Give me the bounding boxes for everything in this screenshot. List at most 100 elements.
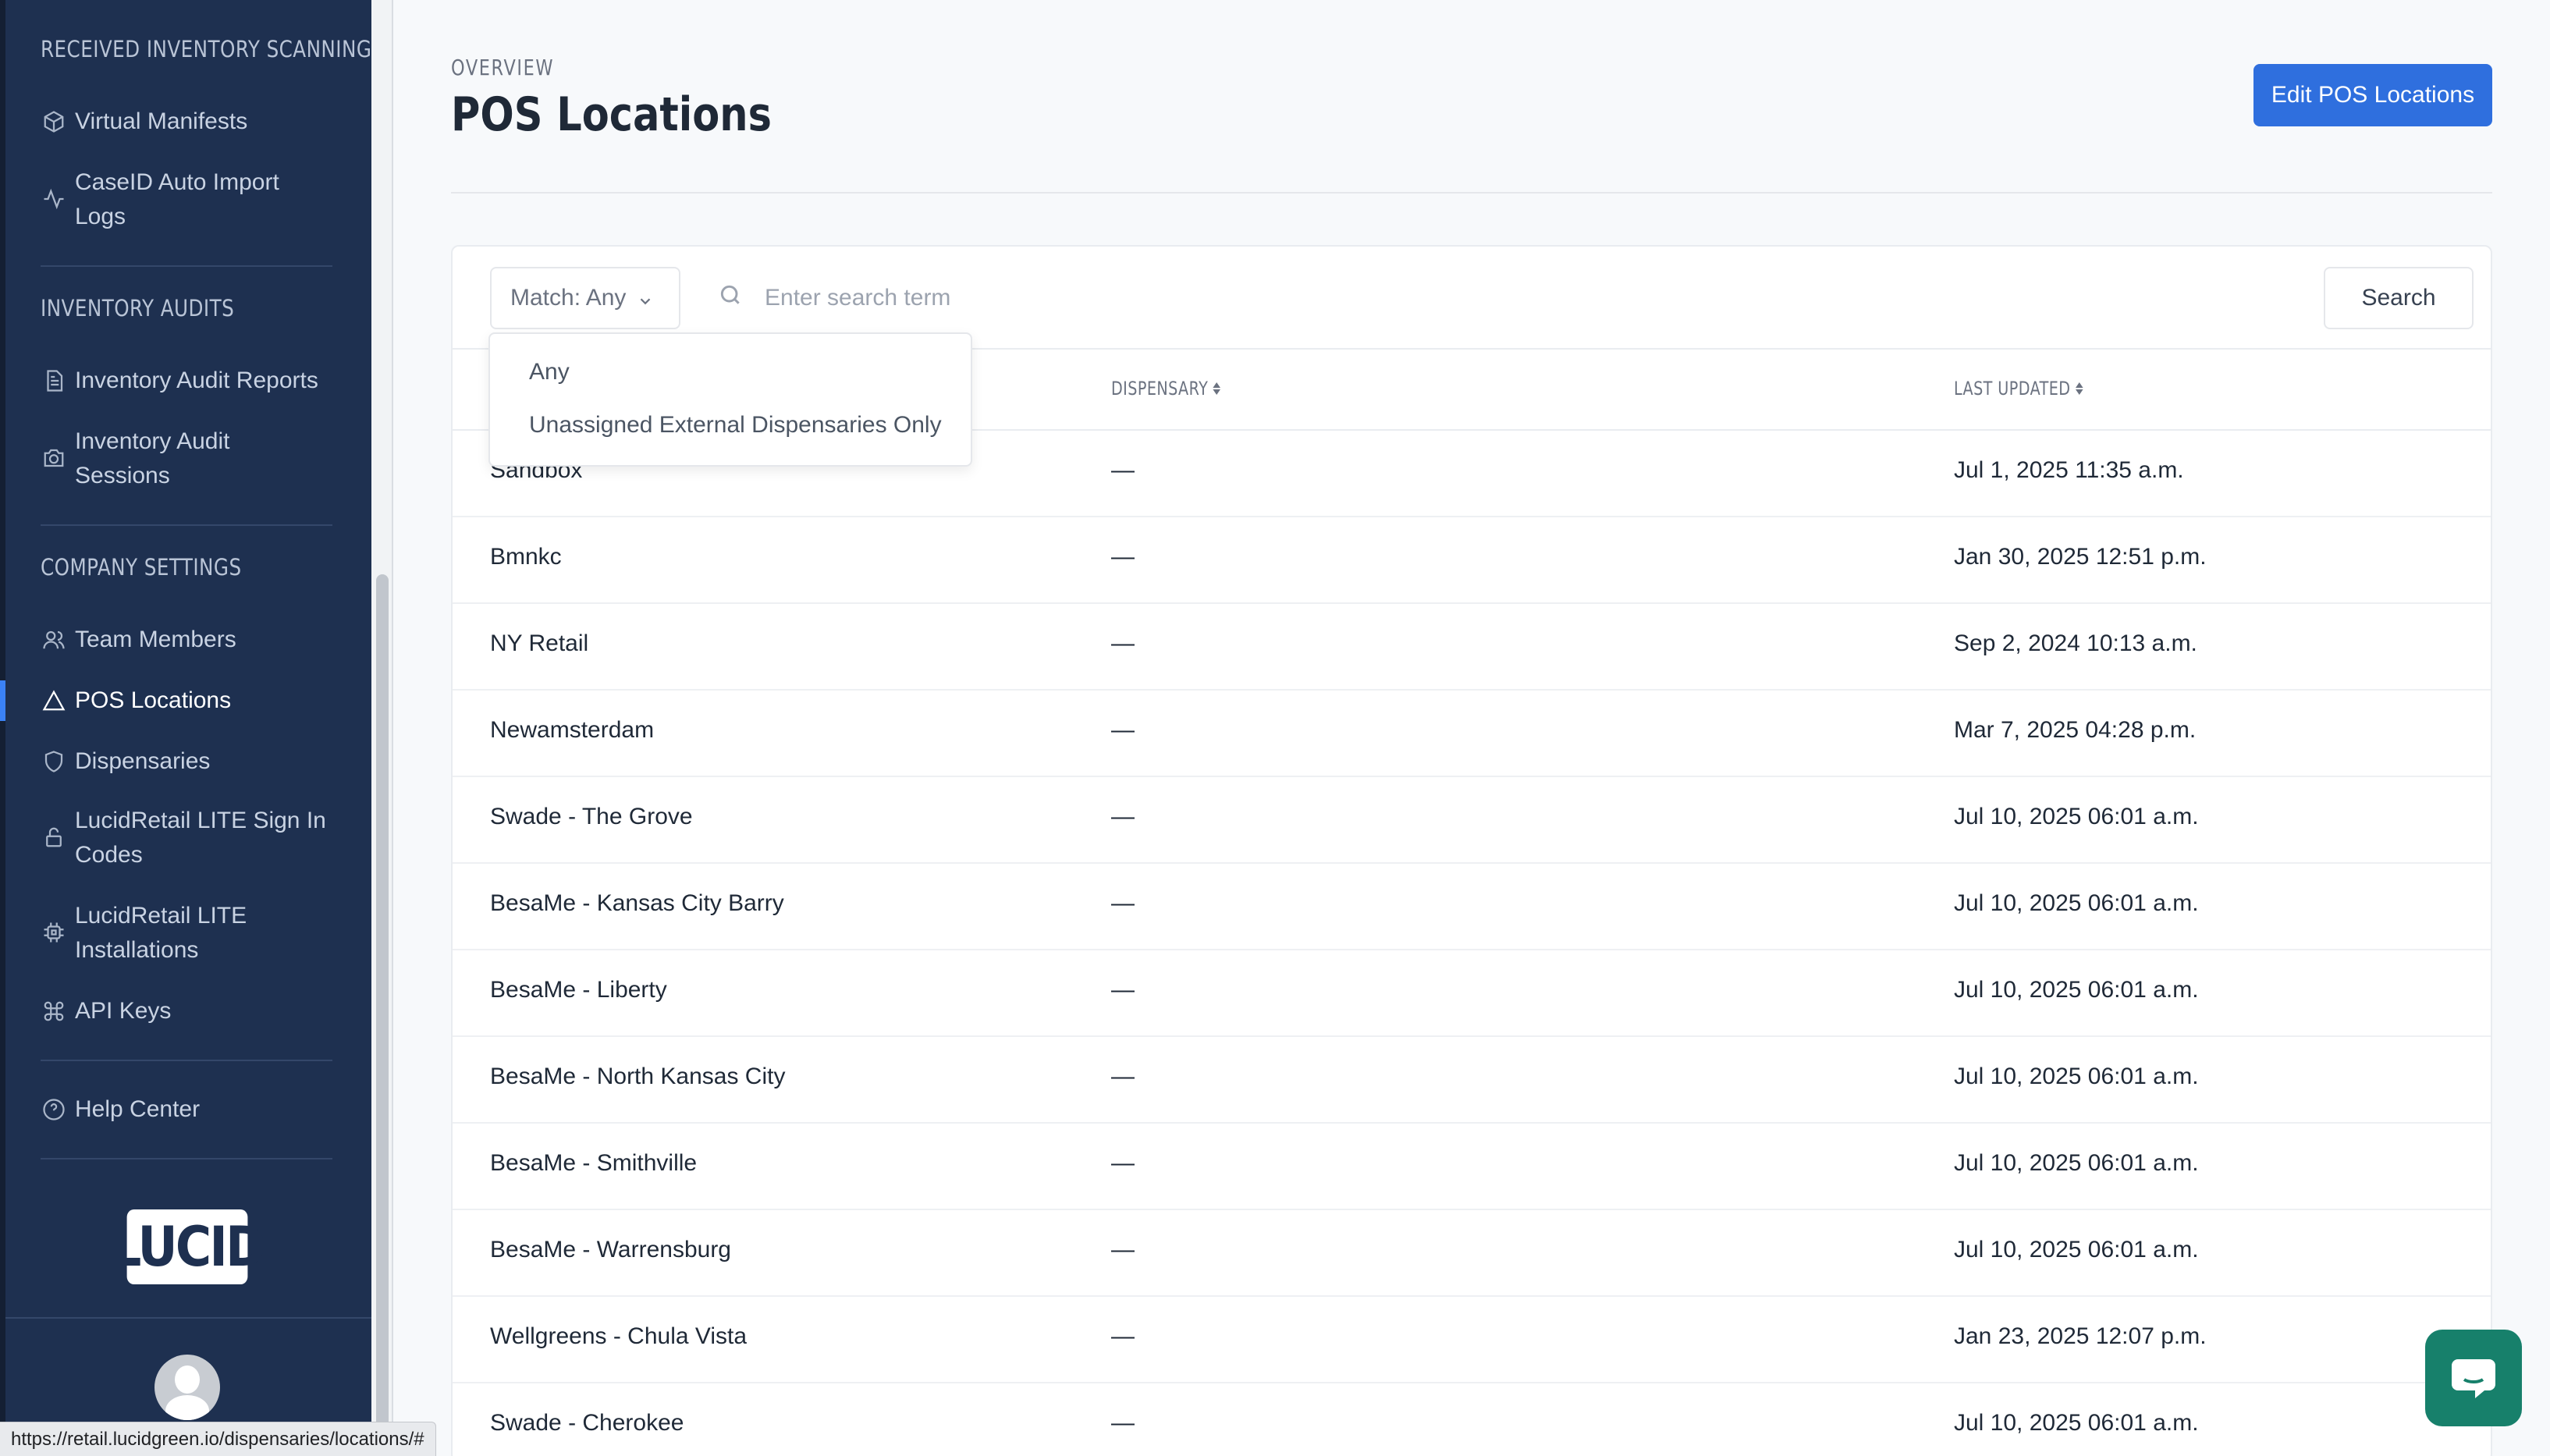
sidebar-item-label: Dispensaries: [75, 748, 211, 774]
match-option-unassigned-external[interactable]: Unassigned External Dispensaries Only: [529, 412, 942, 439]
sidebar-divider: [41, 1158, 332, 1159]
location-dispensary: —: [1111, 457, 1135, 483]
sidebar-item-label: LucidRetail LITE Sign In: [75, 808, 326, 833]
sidebar-item-label-line2: Installations: [75, 937, 199, 963]
location-dispensary: —: [1111, 890, 1135, 916]
box-icon: [41, 108, 67, 135]
location-name: NY Retail: [490, 630, 589, 656]
table-row[interactable]: NY Retail — Sep 2, 2024 10:13 a.m.: [453, 604, 2491, 691]
chat-widget-button[interactable]: [2425, 1330, 2522, 1426]
location-dispensary: —: [1111, 977, 1135, 1003]
sidebar-item-virtual-manifests[interactable]: Virtual Manifests: [41, 105, 337, 139]
sidebar-item-label-line2: Sessions: [75, 463, 170, 488]
page-title: POS Locations: [451, 87, 772, 142]
location-dispensary: —: [1111, 804, 1135, 829]
document-icon: [41, 368, 67, 394]
lock-icon: [41, 824, 67, 851]
location-last-updated: Jul 10, 2025 06:01 a.m.: [1954, 1064, 2199, 1089]
location-name: Newamsterdam: [490, 717, 655, 743]
location-name: BesaMe - Kansas City Barry: [490, 890, 784, 916]
sidebar-item-lucidretail-lite-installations[interactable]: LucidRetail LITE Installations: [41, 899, 337, 968]
column-header-dispensary[interactable]: DISPENSARY: [1111, 378, 1221, 400]
location-last-updated: Jul 10, 2025 06:01 a.m.: [1954, 1150, 2199, 1176]
table-row[interactable]: Newamsterdam — Mar 7, 2025 04:28 p.m.: [453, 691, 2491, 777]
table-row[interactable]: Swade - The Grove — Jul 10, 2025 06:01 a.m…: [453, 777, 2491, 864]
column-header-last-updated[interactable]: LAST UPDATED: [1954, 378, 2083, 400]
sidebar-item-label: Inventory Audit Reports: [75, 368, 318, 393]
location-last-updated: Jul 10, 2025 06:01 a.m.: [1954, 890, 2199, 916]
location-last-updated: Jul 10, 2025 06:01 a.m.: [1954, 977, 2199, 1003]
command-icon: [41, 998, 67, 1025]
sidebar-item-label-line2: Codes: [75, 842, 143, 868]
sidebar-item-caseid-auto-import-logs[interactable]: CaseID Auto Import Logs: [41, 165, 337, 234]
table-row[interactable]: BesaMe - North Kansas City — Jul 10, 2025 …: [453, 1037, 2491, 1124]
location-name: BesaMe - North Kansas City: [490, 1064, 786, 1089]
header-divider: [451, 192, 2492, 194]
sidebar-item-label: API Keys: [75, 998, 172, 1024]
location-last-updated: Jan 23, 2025 12:07 p.m.: [1954, 1323, 2207, 1349]
sidebar-item-label: CaseID Auto Import: [75, 169, 279, 195]
sidebar-divider: [41, 1060, 332, 1061]
sidebar-item-api-keys[interactable]: API Keys: [41, 994, 337, 1028]
sidebar-item-inventory-audit-sessions[interactable]: Inventory Audit Sessions: [41, 424, 337, 493]
sort-icon: [1213, 382, 1221, 395]
sidebar-item-label: Inventory Audit: [75, 428, 230, 454]
table-row[interactable]: Wellgreens - Chula Vista — Jan 23, 2025 12…: [453, 1297, 2491, 1383]
table-row[interactable]: BesaMe - Kansas City Barry — Jul 10, 2025 …: [453, 864, 2491, 950]
sidebar-item-label: Virtual Manifests: [75, 108, 248, 134]
sidebar-edge: [0, 0, 5, 1456]
location-last-updated: Jul 10, 2025 06:01 a.m.: [1954, 1237, 2199, 1262]
sidebar-item-label: LucidRetail LITE: [75, 903, 247, 929]
lucid-logo[interactable]: LUCID: [110, 1209, 266, 1284]
sidebar-item-label-line2: Logs: [75, 204, 126, 229]
match-option-any[interactable]: Any: [529, 359, 570, 385]
sidebar-item-label: Help Center: [75, 1096, 201, 1122]
location-last-updated: Jan 30, 2025 12:51 p.m.: [1954, 544, 2207, 570]
section-title-received-inventory: RECEIVED INVENTORY SCANNING: [41, 36, 371, 62]
section-title-inventory-audits: INVENTORY AUDITS: [41, 295, 235, 321]
location-dispensary: —: [1111, 1064, 1135, 1089]
sidebar: RECEIVED INVENTORY SCANNING Virtual Mani…: [0, 0, 371, 1456]
table-row[interactable]: BesaMe - Smithville — Jul 10, 2025 06:01 a…: [453, 1124, 2491, 1210]
location-dispensary: —: [1111, 1323, 1135, 1349]
location-last-updated: Jul 10, 2025 06:01 a.m.: [1954, 804, 2199, 829]
table-row[interactable]: BesaMe - Liberty — Jul 10, 2025 06:01 a.m.: [453, 950, 2491, 1037]
table-row[interactable]: BesaMe - Warrensburg — Jul 10, 2025 06:01 …: [453, 1210, 2491, 1297]
location-dispensary: —: [1111, 544, 1135, 570]
location-last-updated: Mar 7, 2025 04:28 p.m.: [1954, 717, 2197, 743]
location-name: Bmnkc: [490, 544, 562, 570]
section-title-company-settings: COMPANY SETTINGS: [41, 554, 242, 581]
table-row[interactable]: Bmnkc — Jan 30, 2025 12:51 p.m.: [453, 517, 2491, 604]
sidebar-item-team-members[interactable]: Team Members: [41, 623, 337, 657]
avatar-head: [175, 1365, 200, 1394]
sidebar-divider: [41, 265, 332, 267]
location-name: Wellgreens - Chula Vista: [490, 1323, 748, 1349]
sidebar-scrollbar-thumb[interactable]: [376, 574, 389, 1433]
sidebar-item-dispensaries[interactable]: Dispensaries: [41, 744, 337, 779]
triangle-icon: [41, 687, 67, 714]
sidebar-item-label: Team Members: [75, 627, 236, 652]
location-name: Swade - The Grove: [490, 804, 693, 829]
search-button[interactable]: Search: [2324, 267, 2474, 329]
sidebar-item-lucidretail-lite-sign-in-codes[interactable]: LucidRetail LITE Sign In Codes: [41, 804, 337, 872]
match-dropdown-button[interactable]: Match: Any: [490, 267, 680, 329]
location-name: Swade - Cherokee: [490, 1410, 684, 1436]
page-overline: OVERVIEW: [451, 55, 555, 80]
location-dispensary: —: [1111, 1237, 1135, 1262]
edit-pos-locations-button[interactable]: Edit POS Locations: [2253, 64, 2492, 126]
avatar[interactable]: [154, 1355, 220, 1420]
sidebar-item-inventory-audit-reports[interactable]: Inventory Audit Reports: [41, 364, 337, 398]
sidebar-item-pos-locations[interactable]: POS Locations: [41, 684, 337, 718]
table-row[interactable]: Swade - Cherokee — Jul 10, 2025 06:01 a.m.: [453, 1383, 2491, 1456]
location-name: BesaMe - Smithville: [490, 1150, 698, 1176]
location-dispensary: —: [1111, 717, 1135, 743]
chevron-down-icon: [637, 289, 654, 307]
status-bar-url: https://retail.lucidgreen.io/dispensarie…: [0, 1422, 436, 1456]
table-body: Sandbox — Jul 1, 2025 11:35 a.m. Bmnkc — Jan …: [453, 431, 2491, 1456]
camera-icon: [41, 445, 67, 471]
sidebar-item-help-center[interactable]: Help Center: [41, 1092, 337, 1127]
search-input[interactable]: [765, 273, 1935, 323]
location-dispensary: —: [1111, 1150, 1135, 1176]
chip-icon: [41, 919, 67, 946]
location-last-updated: Jul 10, 2025 06:01 a.m.: [1954, 1410, 2199, 1436]
